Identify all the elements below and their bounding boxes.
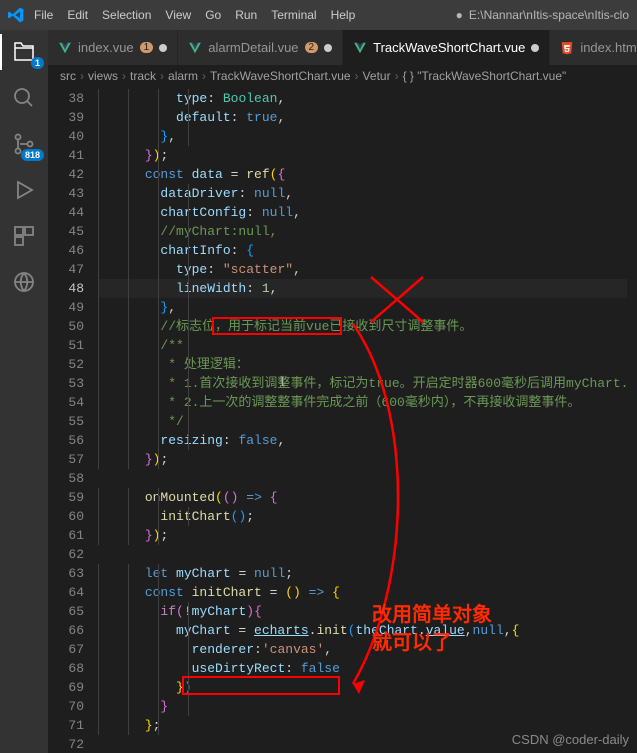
code-line[interactable]: initChart();	[98, 507, 637, 526]
tab-index-html[interactable]: index.html×	[550, 30, 637, 65]
vue-file-icon	[188, 41, 202, 55]
code-line[interactable]: let myChart = null;	[98, 564, 637, 583]
extensions-icon[interactable]	[12, 224, 36, 248]
breadcrumb-item[interactable]: { } "TrackWaveShortChart.vue"	[403, 69, 567, 83]
code-line[interactable]	[98, 545, 637, 564]
menu-file[interactable]: File	[34, 8, 53, 22]
code-line[interactable]: dataDriver: null,	[98, 184, 637, 203]
code-line[interactable]: type: "scatter",	[98, 260, 637, 279]
tab-badge: 1	[140, 42, 154, 53]
breadcrumbs[interactable]: src›views›track›alarm›TrackWaveShortChar…	[48, 65, 637, 87]
vue-file-icon	[58, 41, 72, 55]
breadcrumb-item[interactable]: alarm	[168, 69, 198, 83]
code-line[interactable]: if(!myChart){	[98, 602, 637, 621]
menu-go[interactable]: Go	[205, 8, 221, 22]
tab-label: index.vue	[78, 40, 134, 55]
code-line[interactable]: default: true,	[98, 108, 637, 127]
editor-tabs: index.vue 1 alarmDetail.vue 2 TrackWaveShort…	[48, 30, 637, 65]
source-control-icon[interactable]: 818	[12, 132, 36, 156]
code-line[interactable]: myChart = echarts.init(theChart.value,nu…	[98, 621, 637, 640]
menu-run[interactable]: Run	[235, 8, 257, 22]
code-line[interactable]: onMounted(() => {	[98, 488, 637, 507]
code-line[interactable]: useDirtyRect: false	[98, 659, 637, 678]
code-content[interactable]: type: Boolean, default: true, }, }); con…	[98, 87, 637, 753]
menu-terminal[interactable]: Terminal	[271, 8, 316, 22]
code-line[interactable]: });	[98, 526, 637, 545]
code-line[interactable]: * 1.首次接收到调整事件，标记为true。开启定时器600毫秒后调用myCha…	[98, 374, 637, 393]
tab-index-vue[interactable]: index.vue 1	[48, 30, 178, 65]
line-gutter: 3839404142434445464748495051525354555657…	[48, 87, 98, 753]
menu-selection[interactable]: Selection	[102, 8, 151, 22]
vscode-logo-icon	[8, 7, 24, 23]
code-line[interactable]: const data = ref({	[98, 165, 637, 184]
code-line[interactable]: renderer:'canvas',	[98, 640, 637, 659]
window-title: ●E:\Nannar\nItis-space\nItis-clo	[456, 8, 629, 22]
remote-icon[interactable]	[12, 270, 36, 294]
code-line[interactable]: */	[98, 412, 637, 431]
tab-label: index.html	[580, 40, 637, 55]
code-line[interactable]	[98, 469, 637, 488]
menu-edit[interactable]: Edit	[67, 8, 88, 22]
tab-badge: 2	[305, 42, 319, 53]
tab-label: alarmDetail.vue	[208, 40, 298, 55]
html-file-icon	[560, 41, 574, 55]
code-line[interactable]: //标志位，用于标记当前vue已接收到尺寸调整事件。	[98, 317, 637, 336]
code-line[interactable]: });	[98, 450, 637, 469]
code-line[interactable]: const initChart = () => {	[98, 583, 637, 602]
text-cursor-icon: I	[280, 374, 285, 391]
menu-bar: File Edit Selection View Go Run Terminal Help	[34, 8, 355, 22]
code-line[interactable]: })	[98, 678, 637, 697]
code-editor[interactable]: 3839404142434445464748495051525354555657…	[48, 87, 637, 753]
breadcrumb-item[interactable]: track	[130, 69, 156, 83]
explorer-icon[interactable]: 1	[12, 40, 36, 64]
run-debug-icon[interactable]	[12, 178, 36, 202]
dirty-indicator-icon	[531, 44, 539, 52]
tab-label: TrackWaveShortChart.vue	[373, 40, 525, 55]
minimap[interactable]	[627, 87, 637, 753]
code-line[interactable]: /**	[98, 336, 637, 355]
titlebar: File Edit Selection View Go Run Terminal Help ●…	[0, 0, 637, 30]
scm-badge: 818	[21, 149, 44, 161]
code-line[interactable]: //myChart:null,	[98, 222, 637, 241]
watermark: CSDN @coder-daily	[512, 732, 629, 747]
code-line[interactable]: type: Boolean,	[98, 89, 637, 108]
breadcrumb-item[interactable]: src	[60, 69, 76, 83]
breadcrumb-item[interactable]: Vetur	[363, 69, 391, 83]
breadcrumb-item[interactable]: views	[88, 69, 118, 83]
menu-help[interactable]: Help	[331, 8, 356, 22]
code-line[interactable]: chartInfo: {	[98, 241, 637, 260]
search-icon[interactable]	[12, 86, 36, 110]
code-line[interactable]: * 处理逻辑：	[98, 355, 637, 374]
dirty-indicator-icon	[324, 44, 332, 52]
activity-bar: 1 818	[0, 30, 48, 753]
code-line[interactable]: });	[98, 146, 637, 165]
breadcrumb-item[interactable]: TrackWaveShortChart.vue	[210, 69, 351, 83]
vue-file-icon	[353, 41, 367, 55]
code-line[interactable]: }	[98, 697, 637, 716]
code-line[interactable]: * 2.上一次的调整整事件完成之前（600毫秒内），不再接收调整事件。	[98, 393, 637, 412]
code-line[interactable]: },	[98, 298, 637, 317]
code-line[interactable]: },	[98, 127, 637, 146]
dirty-indicator-icon	[159, 44, 167, 52]
menu-view[interactable]: View	[165, 8, 191, 22]
tab-alarmDetail-vue[interactable]: alarmDetail.vue 2	[178, 30, 343, 65]
code-line[interactable]: resizing: false,	[98, 431, 637, 450]
tab-TrackWaveShortChart-vue[interactable]: TrackWaveShortChart.vue	[343, 30, 550, 65]
code-line[interactable]: lineWidth: 1,	[98, 279, 637, 298]
explorer-badge: 1	[31, 57, 44, 69]
code-line[interactable]: chartConfig: null,	[98, 203, 637, 222]
